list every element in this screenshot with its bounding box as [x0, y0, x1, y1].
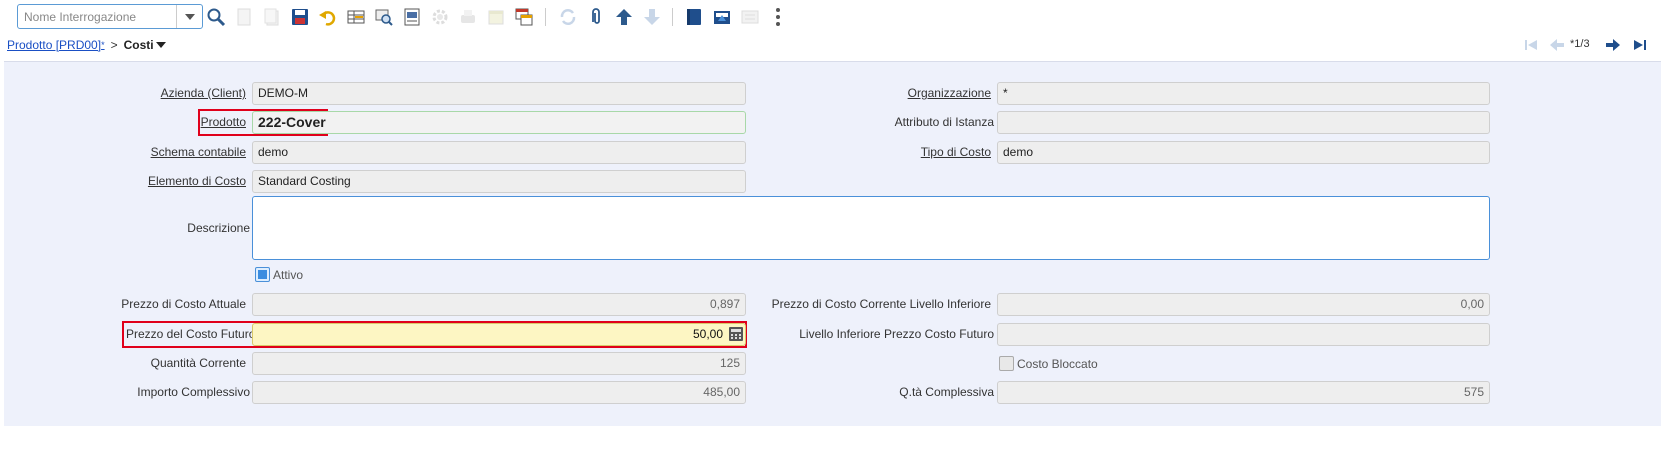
client-field[interactable]: DEMO-M	[252, 82, 746, 105]
save-icon[interactable]	[289, 6, 311, 28]
zoom-icon[interactable]	[373, 6, 395, 28]
window-icon[interactable]	[513, 6, 535, 28]
active-checkbox-label: Attivo	[273, 268, 304, 282]
future-cost-label: Prezzo del Costo Futuro	[126, 327, 256, 341]
report-icon[interactable]	[401, 6, 423, 28]
search-icon[interactable]	[205, 6, 227, 28]
client-label: Azienda (Client)	[160, 86, 246, 100]
more-icon[interactable]	[767, 6, 789, 28]
previous-record-icon[interactable]	[1549, 38, 1565, 52]
first-record-icon[interactable]	[1523, 38, 1539, 52]
total-amount-field[interactable]: 485,00	[252, 381, 746, 404]
breadcrumb-dirty-marker: *	[101, 40, 105, 50]
cost-element-label: Elemento di Costo	[147, 174, 246, 188]
cost-frozen-label: Costo Bloccato	[1017, 357, 1098, 371]
record-navigation: *1/3	[1520, 36, 1661, 54]
query-placeholder: Nome Interrogazione	[24, 10, 137, 24]
current-quantity-field[interactable]: 125	[252, 352, 746, 375]
toolbar-separator	[672, 8, 673, 26]
lower-level-cost-label: Prezzo di Costo Corrente Livello Inferio…	[771, 297, 991, 311]
future-cost-field[interactable]: 50,00	[252, 323, 746, 346]
cost-element-field[interactable]: Standard Costing	[252, 170, 746, 193]
accounting-schema-label: Schema contabile	[150, 145, 246, 159]
archive-icon[interactable]	[485, 6, 507, 28]
up-arrow-icon[interactable]	[613, 6, 635, 28]
toolbar-separator	[545, 8, 546, 26]
instance-attribute-label: Attributo di Istanza	[894, 115, 994, 129]
current-cost-label: Prezzo di Costo Attuale	[121, 297, 246, 311]
chevron-down-icon[interactable]	[176, 5, 202, 28]
grid-toggle-icon[interactable]	[345, 6, 367, 28]
down-arrow-icon[interactable]	[641, 6, 663, 28]
print-icon[interactable]	[457, 6, 479, 28]
current-quantity-label: Quantità Corrente	[150, 356, 246, 370]
breadcrumb-current-label: Costi	[123, 38, 154, 52]
breadcrumb-separator: >	[110, 38, 118, 52]
organization-field[interactable]: *	[997, 82, 1490, 105]
total-quantity-field[interactable]: 575	[997, 381, 1490, 404]
total-amount-label: Importo Complessivo	[137, 385, 250, 399]
lower-level-cost-field[interactable]: 0,00	[997, 293, 1490, 316]
product-field[interactable]: 222-Cover	[252, 111, 746, 134]
active-checkbox[interactable]	[255, 267, 270, 282]
breadcrumb: Prodotto [PRD00] * > Costi	[7, 37, 166, 53]
future-lower-cost-label: Livello Inferiore Prezzo Costo Futuro	[799, 327, 994, 341]
copy-icon[interactable]	[261, 6, 283, 28]
cost-type-label: Tipo di Costo	[920, 145, 991, 159]
next-record-icon[interactable]	[1605, 38, 1621, 52]
cost-frozen-checkbox[interactable]	[999, 356, 1014, 371]
cost-type-field[interactable]: demo	[997, 141, 1490, 164]
new-record-icon[interactable]	[233, 6, 255, 28]
process-icon[interactable]	[429, 6, 451, 28]
export-icon[interactable]	[711, 6, 733, 28]
book-icon[interactable]	[683, 6, 705, 28]
undo-icon[interactable]	[317, 6, 339, 28]
total-quantity-label: Q.tà Complessiva	[899, 385, 994, 399]
future-lower-cost-field[interactable]	[997, 323, 1490, 346]
breadcrumb-parent-link[interactable]: Prodotto [PRD00]	[7, 38, 101, 52]
last-record-icon[interactable]	[1632, 38, 1648, 52]
product-label: Prodotto	[200, 115, 246, 129]
toolbar: Nome Interrogazione	[0, 0, 1661, 34]
refresh-icon[interactable]	[557, 6, 579, 28]
accounting-schema-field[interactable]: demo	[252, 141, 746, 164]
breadcrumb-current[interactable]: Costi	[124, 38, 166, 52]
query-select[interactable]: Nome Interrogazione	[17, 4, 203, 29]
chevron-down-icon	[155, 42, 166, 48]
attachment-icon[interactable]	[585, 6, 607, 28]
calculator-icon[interactable]	[728, 326, 744, 342]
instance-attribute-field[interactable]	[997, 111, 1490, 134]
record-count: *1/3	[1570, 38, 1590, 50]
organization-label: Organizzazione	[907, 86, 991, 100]
form-icon[interactable]	[739, 6, 761, 28]
description-label: Descrizione	[187, 221, 250, 235]
description-textarea[interactable]	[252, 196, 1490, 260]
current-cost-field[interactable]: 0,897	[252, 293, 746, 316]
